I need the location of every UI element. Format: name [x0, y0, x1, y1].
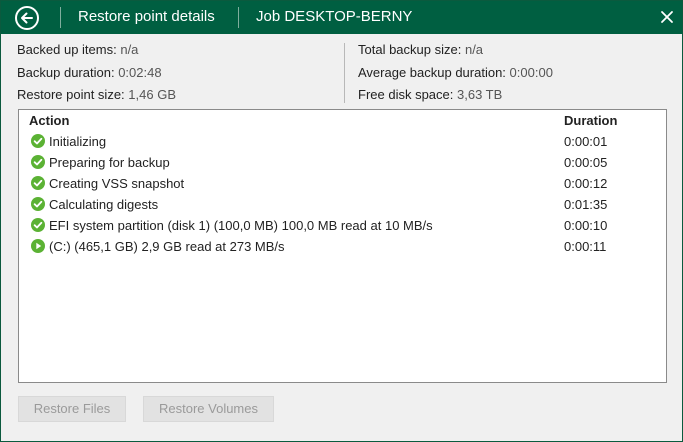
title-separator	[60, 7, 61, 28]
info-restore-point-size: Restore point size: 1,46 GB	[17, 86, 176, 109]
row-action: Calculating digests	[49, 197, 159, 212]
info-label: Restore point size:	[17, 87, 125, 102]
action-log-table[interactable]: Action Duration Initializing 0:00:01 Prepa…	[18, 109, 667, 383]
info-value: 1,46 GB	[128, 87, 176, 102]
row-action: Preparing for backup	[49, 155, 170, 170]
table-row[interactable]: EFI system partition (disk 1) (100,0 MB)…	[19, 215, 666, 236]
row-duration: 0:01:35	[564, 197, 608, 212]
info-left: Backed up items: n/a Backup duration: 0:…	[17, 41, 176, 109]
column-header-action[interactable]: Action	[29, 113, 69, 128]
info-label: Total backup size:	[358, 42, 462, 57]
restore-volumes-button[interactable]: Restore Volumes	[143, 396, 274, 422]
info-value: 3,63 TB	[457, 87, 503, 102]
row-action: EFI system partition (disk 1) (100,0 MB)…	[49, 218, 433, 233]
info-free-disk-space: Free disk space: 3,63 TB	[358, 86, 553, 109]
info-label: Backup duration:	[17, 64, 115, 80]
table-row[interactable]: Creating VSS snapshot 0:00:12	[19, 173, 666, 194]
close-button[interactable]	[660, 10, 674, 24]
info-backed-up-items: Backed up items: n/a	[17, 41, 176, 64]
info-average-backup-duration: Average backup duration: 0:00:00	[358, 64, 553, 87]
table-row[interactable]: Calculating digests 0:01:35	[19, 194, 666, 215]
restore-point-details-window: Restore point details Job DESKTOP-BERNY …	[0, 0, 683, 442]
check-circle-icon	[31, 197, 45, 211]
row-action: Creating VSS snapshot	[49, 176, 185, 191]
row-duration: 0:00:01	[564, 134, 608, 149]
info-label: Backed up items:	[17, 42, 117, 57]
info-divider	[344, 43, 345, 103]
job-title: Job DESKTOP-BERNY	[256, 8, 413, 25]
close-icon	[661, 11, 673, 23]
title-separator	[238, 7, 239, 28]
table-row[interactable]: (C:) (465,1 GB) 2,9 GB read at 273 MB/s 0…	[19, 236, 666, 257]
info-value: n/a	[464, 42, 484, 57]
row-duration: 0:00:11	[564, 239, 607, 254]
info-right: Total backup size: n/a Average backup du…	[358, 41, 553, 109]
row-action: Initializing	[49, 134, 107, 149]
table-row[interactable]: Preparing for backup 0:00:05	[19, 152, 666, 173]
arrow-left-icon	[21, 12, 33, 24]
info-label: Free disk space:	[358, 87, 454, 102]
info-value: n/a	[120, 42, 139, 57]
info-value: 0:02:48	[118, 64, 162, 80]
play-circle-icon	[31, 239, 45, 253]
info-total-backup-size: Total backup size: n/a	[358, 41, 553, 64]
row-action: (C:) (465,1 GB) 2,9 GB read at 273 MB/s	[49, 239, 285, 254]
check-circle-icon	[31, 176, 45, 190]
info-backup-duration: Backup duration: 0:02:48	[17, 64, 176, 87]
row-duration: 0:00:05	[564, 155, 608, 170]
dialog-title: Restore point details	[78, 8, 215, 25]
check-circle-icon	[31, 155, 45, 169]
title-bar: Restore point details Job DESKTOP-BERNY	[1, 1, 682, 34]
row-duration: 0:00:10	[564, 218, 608, 233]
table-body: Initializing 0:00:01 Preparing for backup 0…	[19, 131, 666, 257]
column-header-duration[interactable]: Duration	[564, 113, 617, 128]
check-circle-icon	[31, 134, 45, 148]
restore-files-button[interactable]: Restore Files	[18, 396, 126, 422]
table-header: Action Duration	[19, 110, 666, 130]
table-row[interactable]: Initializing 0:00:01	[19, 131, 666, 152]
info-label: Average backup duration:	[358, 64, 506, 80]
info-value: 0:00:00	[509, 64, 553, 80]
back-button[interactable]	[15, 6, 39, 30]
check-circle-icon	[31, 218, 45, 232]
row-duration: 0:00:12	[564, 176, 608, 191]
